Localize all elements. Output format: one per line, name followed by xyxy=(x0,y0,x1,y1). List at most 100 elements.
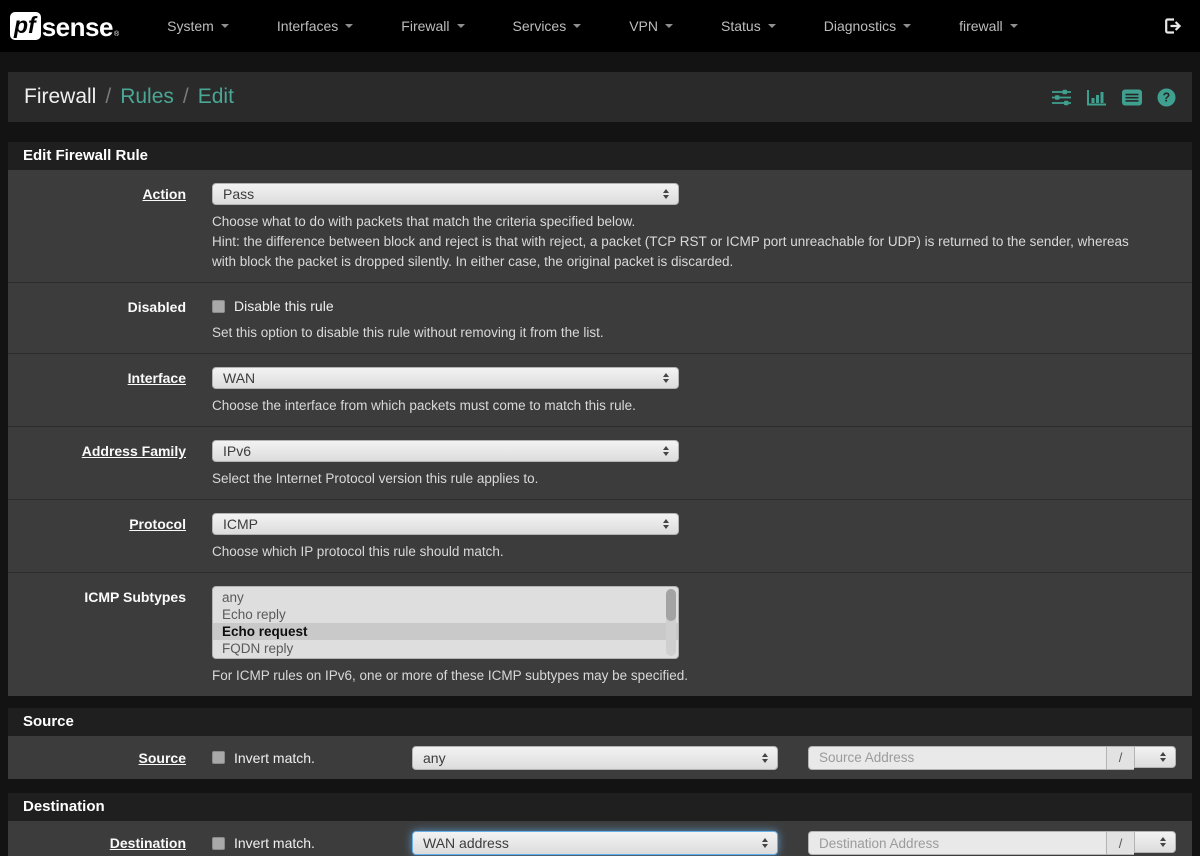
address-family-label: Address Family xyxy=(8,427,186,499)
caret-down-icon xyxy=(768,24,776,28)
source-row: Source Invert match. any / xyxy=(8,736,1192,779)
source-panel-title: Source xyxy=(8,708,1192,736)
pfsense-logo[interactable]: pf sense ® xyxy=(10,12,119,40)
caret-down-icon xyxy=(903,24,911,28)
address-family-select[interactable]: IPv6 xyxy=(212,440,679,462)
source-invert-label: Invert match. xyxy=(234,750,315,766)
destination-invert-checkbox[interactable] xyxy=(212,837,225,850)
disabled-help: Set this option to disable this rule wit… xyxy=(212,323,1166,353)
menu-firewall-custom[interactable]: firewall xyxy=(935,0,1042,52)
caret-down-icon xyxy=(221,24,229,28)
address-family-select-value: IPv6 xyxy=(223,443,251,459)
protocol-help: Choose which IP protocol this rule shoul… xyxy=(212,542,1166,572)
caret-down-icon xyxy=(665,24,673,28)
source-address-group: / xyxy=(808,746,1176,770)
source-mask-select[interactable] xyxy=(1134,746,1176,768)
source-type-select[interactable]: any xyxy=(412,746,778,770)
listbox-scrollbar[interactable] xyxy=(666,589,676,656)
page-action-icons: ? xyxy=(1051,88,1176,107)
pfsense-logo-pf: pf xyxy=(10,12,41,40)
action-help: Choose what to do with packets that matc… xyxy=(212,212,1166,282)
source-address-input[interactable] xyxy=(808,746,1106,770)
caret-down-icon xyxy=(573,24,581,28)
icmp-subtypes-row: ICMP Subtypes any Echo reply Echo reques… xyxy=(8,573,1192,696)
icmp-subtypes-help: For ICMP rules on IPv6, one or more of t… xyxy=(212,666,1166,696)
breadcrumb-rules-link[interactable]: Rules xyxy=(120,85,174,109)
select-spinner-icon xyxy=(1160,837,1166,847)
source-mask-separator: / xyxy=(1106,746,1134,770)
panel-title: Edit Firewall Rule xyxy=(8,142,1192,170)
main-menu: System Interfaces Firewall Services VPN … xyxy=(143,0,1042,52)
interface-select-value: WAN xyxy=(223,370,255,386)
menu-services[interactable]: Services xyxy=(489,0,606,52)
help-icon[interactable]: ? xyxy=(1157,88,1176,107)
menu-status[interactable]: Status xyxy=(697,0,800,52)
select-spinner-icon xyxy=(1160,752,1166,762)
log-file-icon[interactable] xyxy=(1121,88,1143,107)
listbox-option[interactable]: any xyxy=(213,589,678,606)
select-spinner-icon xyxy=(663,189,669,199)
destination-mask-select[interactable] xyxy=(1134,831,1176,853)
disable-rule-checkbox[interactable] xyxy=(212,300,225,313)
pfsense-logo-sense: sense xyxy=(42,14,113,40)
disabled-row: Disabled Disable this rule Set this opti… xyxy=(8,283,1192,354)
disable-rule-checkbox-label: Disable this rule xyxy=(234,298,334,314)
source-invert-checkbox[interactable] xyxy=(212,751,225,764)
action-label: Action xyxy=(8,170,186,282)
source-label: Source xyxy=(8,750,186,766)
menu-vpn[interactable]: VPN xyxy=(605,0,697,52)
destination-address-group: / xyxy=(808,831,1176,855)
registered-mark: ® xyxy=(114,31,119,38)
destination-type-select[interactable]: WAN address xyxy=(412,831,778,855)
breadcrumb: Firewall / Rules / Edit xyxy=(24,85,234,109)
address-family-row: Address Family IPv6 Select the Internet … xyxy=(8,427,1192,500)
scrollbar-thumb[interactable] xyxy=(666,589,676,621)
logout-button[interactable] xyxy=(1162,16,1182,36)
svg-text:?: ? xyxy=(1163,90,1171,104)
interface-label: Interface xyxy=(8,354,186,426)
sign-out-icon xyxy=(1162,16,1182,36)
destination-panel-title: Destination xyxy=(8,793,1192,821)
protocol-label: Protocol xyxy=(8,500,186,572)
select-spinner-icon xyxy=(663,446,669,456)
source-type-select-value: any xyxy=(423,750,446,766)
sliders-icon[interactable] xyxy=(1051,88,1072,107)
menu-system[interactable]: System xyxy=(143,0,253,52)
destination-invert-label: Invert match. xyxy=(234,835,315,851)
interface-row: Interface WAN Choose the interface from … xyxy=(8,354,1192,427)
destination-address-input[interactable] xyxy=(808,831,1106,855)
protocol-select[interactable]: ICMP xyxy=(212,513,679,535)
caret-down-icon xyxy=(345,24,353,28)
address-family-help: Select the Internet Protocol version thi… xyxy=(212,469,1166,499)
breadcrumb-bar: Firewall / Rules / Edit xyxy=(8,72,1192,122)
action-row: Action Pass Choose what to do with packe… xyxy=(8,170,1192,283)
top-navbar: pf sense ® System Interfaces Firewall Se… xyxy=(0,0,1200,52)
interface-select[interactable]: WAN xyxy=(212,367,679,389)
menu-firewall[interactable]: Firewall xyxy=(377,0,488,52)
destination-panel: Destination Destination Invert match. WA… xyxy=(8,793,1192,856)
destination-mask-separator: / xyxy=(1106,831,1134,855)
select-spinner-icon xyxy=(663,373,669,383)
protocol-row: Protocol ICMP Choose which IP protocol t… xyxy=(8,500,1192,573)
caret-down-icon xyxy=(1010,24,1018,28)
caret-down-icon xyxy=(457,24,465,28)
protocol-select-value: ICMP xyxy=(223,516,258,532)
listbox-option-selected[interactable]: Echo request xyxy=(213,623,678,640)
listbox-option[interactable]: FQDN reply xyxy=(213,640,678,657)
menu-interfaces[interactable]: Interfaces xyxy=(253,0,377,52)
select-spinner-icon xyxy=(663,519,669,529)
icmp-subtypes-label: ICMP Subtypes xyxy=(8,573,186,696)
breadcrumb-edit-link[interactable]: Edit xyxy=(198,85,234,109)
destination-type-select-value: WAN address xyxy=(423,835,509,851)
action-select[interactable]: Pass xyxy=(212,183,679,205)
menu-diagnostics[interactable]: Diagnostics xyxy=(800,0,935,52)
source-panel: Source Source Invert match. any xyxy=(8,708,1192,779)
listbox-option[interactable]: Echo reply xyxy=(213,606,678,623)
breadcrumb-section: Firewall xyxy=(24,85,96,109)
disabled-label: Disabled xyxy=(8,283,186,353)
select-spinner-icon xyxy=(762,753,768,763)
icmp-subtypes-listbox[interactable]: any Echo reply Echo request FQDN reply xyxy=(212,586,679,659)
destination-label: Destination xyxy=(8,835,186,851)
action-select-value: Pass xyxy=(223,186,254,202)
bar-chart-icon[interactable] xyxy=(1086,88,1107,107)
